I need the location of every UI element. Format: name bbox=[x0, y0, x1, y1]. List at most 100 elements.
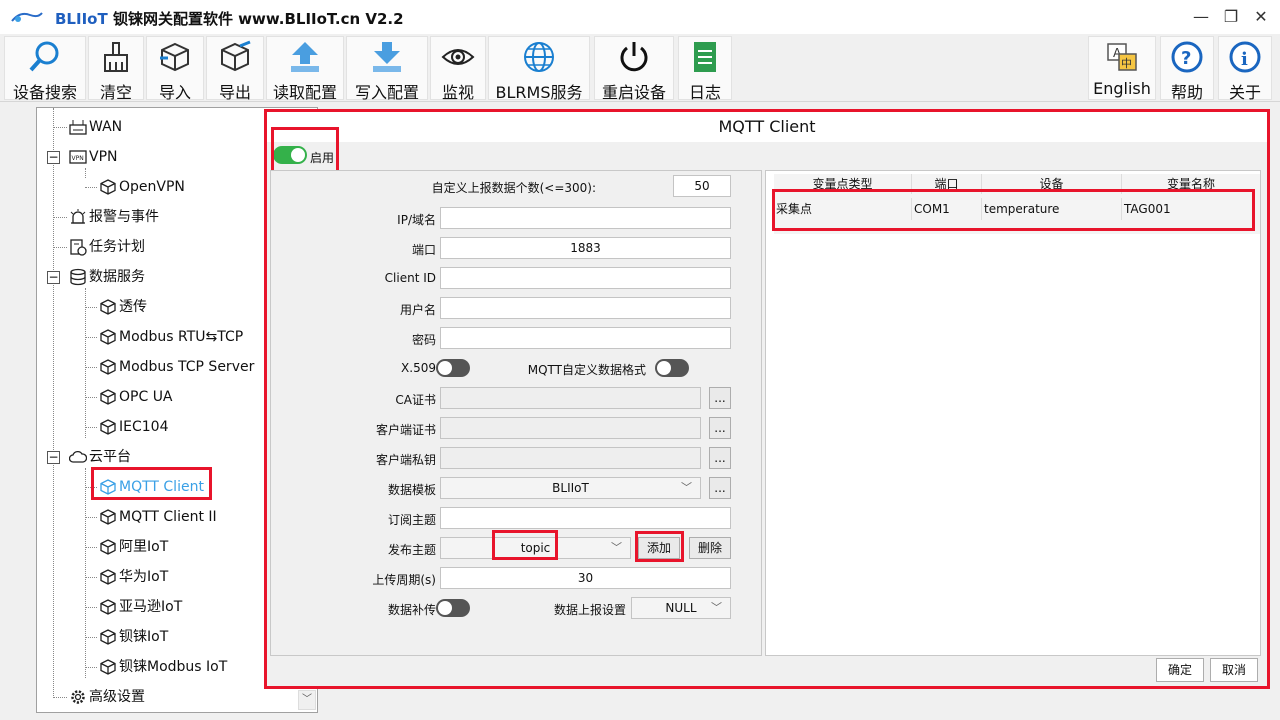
restart-label: 重启设备 bbox=[601, 83, 666, 102]
tree-item-modbus-tcp-server[interactable]: Modbus TCP Server bbox=[99, 357, 254, 377]
about-button[interactable]: i 关于 bbox=[1218, 36, 1272, 102]
read-config-button[interactable]: 读取配置 bbox=[266, 36, 344, 102]
log-button[interactable]: 日志 bbox=[678, 36, 732, 102]
upload-count-label: 自定义上报数据个数(<=300): bbox=[431, 181, 596, 195]
template-select[interactable]: BLIIoT ﹀ bbox=[440, 477, 701, 499]
ok-button[interactable]: 确定 bbox=[1156, 658, 1204, 682]
tree-label-cloud: 云平台 bbox=[89, 449, 131, 465]
tree-item-mqtt-client[interactable]: MQTT Client bbox=[99, 477, 204, 497]
grid-body: 变量点类型 端口 设备 变量名称 采集点 COM1 temperature TA… bbox=[774, 174, 1260, 234]
panel-title: MQTT Client bbox=[267, 112, 1267, 142]
minimize-button[interactable]: — bbox=[1186, 6, 1216, 28]
task-schedule-icon bbox=[70, 239, 87, 256]
monitor-label: 监视 bbox=[441, 83, 474, 102]
device-search-button[interactable]: 设备搜索 bbox=[4, 36, 86, 102]
ca-cert-label: CA证书 bbox=[395, 393, 436, 407]
cancel-button[interactable]: 取消 bbox=[1210, 658, 1258, 682]
write-config-button[interactable]: 写入配置 bbox=[346, 36, 428, 102]
tree-item-alarm[interactable]: 报警与事件 bbox=[69, 207, 159, 227]
grid-header-name[interactable]: 变量名称 bbox=[1122, 174, 1260, 194]
cube-icon bbox=[100, 329, 116, 345]
cube-icon bbox=[100, 419, 116, 435]
x509-toggle[interactable] bbox=[436, 359, 470, 377]
client-cert-browse-button[interactable]: ... bbox=[709, 417, 731, 439]
tree-item-iec104[interactable]: IEC104 bbox=[99, 417, 168, 437]
tree-item-bliiot[interactable]: 钡铼IoT bbox=[99, 627, 168, 647]
ca-cert-input[interactable] bbox=[440, 387, 701, 409]
log-document-icon bbox=[694, 42, 716, 72]
tree-item-mqtt-client-ii[interactable]: MQTT Client II bbox=[99, 507, 217, 527]
client-key-browse-button[interactable]: ... bbox=[709, 447, 731, 469]
maximize-button[interactable]: ❐ bbox=[1216, 6, 1246, 28]
tree-label-data-service: 数据服务 bbox=[89, 269, 145, 285]
broom-icon bbox=[104, 42, 128, 72]
password-label: 密码 bbox=[411, 333, 436, 347]
tree-item-vpn[interactable]: VPN VPN bbox=[69, 147, 118, 167]
cube-icon bbox=[100, 179, 116, 195]
username-input[interactable] bbox=[440, 297, 731, 319]
gear-icon bbox=[71, 690, 85, 704]
subscribe-input[interactable] bbox=[440, 507, 731, 529]
tree-item-wan[interactable]: WAN bbox=[69, 117, 122, 137]
delete-topic-button[interactable]: 删除 bbox=[689, 537, 731, 559]
grid-header-device[interactable]: 设备 bbox=[982, 174, 1122, 194]
grid-header-port[interactable]: 端口 bbox=[912, 174, 982, 194]
client-cert-input[interactable] bbox=[440, 417, 701, 439]
clear-button[interactable]: 清空 bbox=[88, 36, 144, 102]
tree-item-passthrough[interactable]: 透传 bbox=[99, 297, 147, 317]
password-input[interactable] bbox=[440, 327, 731, 349]
import-button[interactable]: 导入 bbox=[146, 36, 204, 102]
vpn-collapse-toggle[interactable]: − bbox=[47, 151, 60, 164]
port-input[interactable]: 1883 bbox=[440, 237, 731, 259]
tree-label-mqtt-client-ii: MQTT Client II bbox=[119, 509, 217, 525]
export-button[interactable]: 导出 bbox=[206, 36, 264, 102]
tree-item-aws[interactable]: 亚马逊IoT bbox=[99, 597, 182, 617]
template-browse-button[interactable]: ... bbox=[709, 477, 731, 499]
period-input[interactable]: 30 bbox=[440, 567, 731, 589]
ip-input[interactable] bbox=[440, 207, 731, 229]
blrms-button[interactable]: BLRMS服务 bbox=[488, 36, 590, 102]
data-service-collapse-toggle[interactable]: − bbox=[47, 271, 60, 284]
ca-cert-browse-button[interactable]: ... bbox=[709, 387, 731, 409]
clientid-input[interactable] bbox=[440, 267, 731, 289]
cloud-collapse-toggle[interactable]: − bbox=[47, 451, 60, 464]
tree-item-modbus-rtu-tcp[interactable]: Modbus RTU⇆TCP bbox=[99, 327, 243, 347]
download-arrow-icon bbox=[373, 42, 401, 72]
router-icon bbox=[69, 120, 87, 135]
enable-toggle[interactable] bbox=[273, 146, 307, 164]
upload-count-input[interactable]: 50 bbox=[673, 175, 731, 197]
help-button[interactable]: ? 帮助 bbox=[1160, 36, 1214, 102]
publish-select[interactable]: topic ﹀ bbox=[440, 537, 631, 559]
clear-label: 清空 bbox=[99, 83, 132, 102]
tree-item-data-service[interactable]: 数据服务 bbox=[69, 267, 145, 287]
tree-label-aliyun: 阿里IoT bbox=[119, 539, 169, 555]
tree-item-openvpn[interactable]: OpenVPN bbox=[99, 177, 185, 197]
cube-icon bbox=[100, 599, 116, 615]
chevron-down-icon: ﹀ bbox=[681, 481, 692, 494]
monitor-button[interactable]: 监视 bbox=[430, 36, 486, 102]
export-label: 导出 bbox=[218, 83, 251, 102]
tree-item-advanced[interactable]: 高级设置 bbox=[69, 687, 145, 707]
report-setting-select[interactable]: NULL ﹀ bbox=[631, 597, 731, 619]
restart-button[interactable]: 重启设备 bbox=[594, 36, 674, 102]
tree-item-opc-ua[interactable]: OPC UA bbox=[99, 387, 173, 407]
cube-icon bbox=[100, 389, 116, 405]
tree-scroll-down-button[interactable]: ﹀ bbox=[298, 690, 316, 710]
help-label: 帮助 bbox=[1170, 83, 1203, 102]
close-button[interactable]: ✕ bbox=[1246, 6, 1276, 28]
grid-cell-name: TAG001 bbox=[1124, 202, 1171, 216]
tree-label-huawei: 华为IoT bbox=[119, 569, 169, 585]
tree-item-task[interactable]: 任务计划 bbox=[69, 237, 145, 257]
english-button[interactable]: A中 English bbox=[1088, 36, 1156, 100]
client-key-input[interactable] bbox=[440, 447, 701, 469]
tree-item-cloud[interactable]: 云平台 bbox=[69, 447, 131, 467]
grid-header-type[interactable]: 变量点类型 bbox=[774, 174, 912, 194]
tree-item-aliyun[interactable]: 阿里IoT bbox=[99, 537, 168, 557]
resend-label: 数据补传 bbox=[387, 603, 436, 617]
resend-toggle[interactable] bbox=[436, 599, 470, 617]
tree-item-bliiot-modbus[interactable]: 钡铼Modbus IoT bbox=[99, 657, 227, 677]
custom-format-toggle[interactable] bbox=[655, 359, 689, 377]
add-topic-button[interactable]: 添加 bbox=[638, 537, 680, 559]
log-label: 日志 bbox=[688, 83, 721, 102]
tree-item-huawei[interactable]: 华为IoT bbox=[99, 567, 168, 587]
